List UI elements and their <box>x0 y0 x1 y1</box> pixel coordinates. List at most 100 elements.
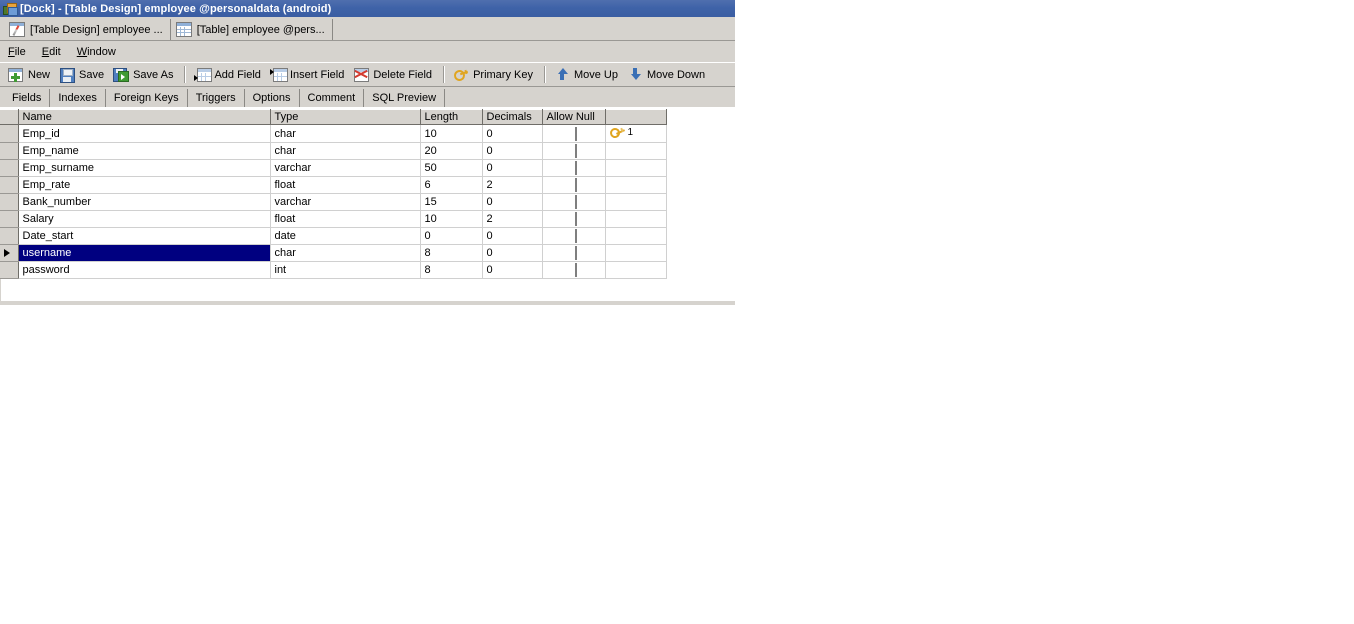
cell-primary-key[interactable] <box>605 261 667 279</box>
table-row[interactable]: Emp_rate float 6 2 <box>0 176 667 194</box>
add-field-button[interactable]: Add Field <box>191 64 266 85</box>
cell-primary-key[interactable] <box>605 159 667 177</box>
tab-options[interactable]: Options <box>244 89 300 107</box>
cell-allow-null[interactable] <box>542 159 606 177</box>
cell-field-name[interactable]: Emp_surname <box>18 159 271 177</box>
table-row[interactable]: Salary float 10 2 <box>0 210 667 228</box>
cell-allow-null[interactable] <box>542 261 606 279</box>
cell-field-decimals[interactable]: 0 <box>482 261 543 279</box>
tab-indexes[interactable]: Indexes <box>50 89 106 107</box>
column-header-type[interactable]: Type <box>270 109 421 125</box>
allow-null-checkbox[interactable] <box>574 229 577 243</box>
cell-field-length[interactable]: 15 <box>420 193 483 211</box>
cell-field-length[interactable]: 6 <box>420 176 483 194</box>
menu-file[interactable]: File <box>8 46 26 58</box>
table-row[interactable]: Emp_surname varchar 50 0 <box>0 159 667 177</box>
allow-null-checkbox[interactable] <box>574 178 577 192</box>
insert-field-button[interactable]: Insert Field <box>267 64 350 85</box>
move-up-button[interactable]: Move Up <box>551 64 624 85</box>
cell-primary-key[interactable] <box>605 244 667 262</box>
cell-field-type[interactable]: char <box>270 244 421 262</box>
table-row[interactable]: Emp_name char 20 0 <box>0 142 667 160</box>
cell-field-type[interactable]: char <box>270 124 421 143</box>
cell-field-name[interactable]: Date_start <box>18 227 271 245</box>
cell-field-type[interactable]: float <box>270 176 421 194</box>
document-tab-table[interactable]: [Table] employee @pers... <box>170 19 333 40</box>
document-tab-table-design[interactable]: [Table Design] employee ... <box>4 19 171 40</box>
row-gutter[interactable] <box>0 193 19 211</box>
row-gutter[interactable] <box>0 124 19 143</box>
cell-primary-key[interactable]: 1 <box>605 124 667 143</box>
cell-primary-key[interactable] <box>605 227 667 245</box>
cell-field-decimals[interactable]: 0 <box>482 124 543 143</box>
tab-sql-preview[interactable]: SQL Preview <box>364 89 446 107</box>
cell-field-length[interactable]: 10 <box>420 124 483 143</box>
cell-allow-null[interactable] <box>542 193 606 211</box>
cell-field-length[interactable]: 8 <box>420 261 483 279</box>
row-gutter[interactable] <box>0 210 19 228</box>
cell-field-name[interactable]: password <box>18 261 271 279</box>
row-gutter[interactable] <box>0 142 19 160</box>
column-header-name[interactable]: Name <box>18 109 271 125</box>
column-header-length[interactable]: Length <box>420 109 483 125</box>
row-gutter[interactable] <box>0 176 19 194</box>
cell-field-name[interactable]: Emp_id <box>18 124 271 143</box>
cell-allow-null[interactable] <box>542 210 606 228</box>
tab-comment[interactable]: Comment <box>299 89 365 107</box>
table-row[interactable]: Bank_number varchar 15 0 <box>0 193 667 211</box>
cell-field-length[interactable]: 50 <box>420 159 483 177</box>
cell-field-length[interactable]: 20 <box>420 142 483 160</box>
menu-edit[interactable]: Edit <box>42 46 61 58</box>
cell-field-type[interactable]: varchar <box>270 193 421 211</box>
menu-window[interactable]: Window <box>77 46 116 58</box>
cell-field-decimals[interactable]: 2 <box>482 210 543 228</box>
cell-field-type[interactable]: float <box>270 210 421 228</box>
cell-field-decimals[interactable]: 0 <box>482 159 543 177</box>
cell-primary-key[interactable] <box>605 210 667 228</box>
cell-allow-null[interactable] <box>542 244 606 262</box>
table-row[interactable]: Date_start date 0 0 <box>0 227 667 245</box>
allow-null-checkbox[interactable] <box>574 212 577 226</box>
cell-primary-key[interactable] <box>605 193 667 211</box>
cell-field-decimals[interactable]: 0 <box>482 227 543 245</box>
row-gutter[interactable] <box>0 227 19 245</box>
tab-foreign-keys[interactable]: Foreign Keys <box>105 89 188 107</box>
row-gutter[interactable] <box>0 261 19 279</box>
cell-allow-null[interactable] <box>542 176 606 194</box>
cell-field-name[interactable]: Salary <box>18 210 271 228</box>
table-row[interactable]: Emp_id char 10 0 1 <box>0 124 667 143</box>
table-row[interactable]: username char 8 0 <box>0 244 667 262</box>
save-button[interactable]: Save <box>56 64 110 85</box>
cell-field-decimals[interactable]: 0 <box>482 244 543 262</box>
allow-null-checkbox[interactable] <box>574 161 577 175</box>
tab-fields[interactable]: Fields <box>4 89 51 107</box>
cell-field-decimals[interactable]: 0 <box>482 142 543 160</box>
allow-null-checkbox[interactable] <box>574 263 577 277</box>
cell-field-length[interactable]: 10 <box>420 210 483 228</box>
cell-field-type[interactable]: date <box>270 227 421 245</box>
allow-null-checkbox[interactable] <box>574 126 577 141</box>
move-down-button[interactable]: Move Down <box>624 64 711 85</box>
cell-primary-key[interactable] <box>605 176 667 194</box>
cell-field-length[interactable]: 0 <box>420 227 483 245</box>
cell-allow-null[interactable] <box>542 227 606 245</box>
cell-primary-key[interactable] <box>605 142 667 160</box>
new-button[interactable]: New <box>5 64 56 85</box>
cell-field-name[interactable]: username <box>18 244 271 262</box>
cell-allow-null[interactable] <box>542 142 606 160</box>
allow-null-checkbox[interactable] <box>574 195 577 209</box>
column-header-decimals[interactable]: Decimals <box>482 109 543 125</box>
table-row[interactable]: password int 8 0 <box>0 261 667 279</box>
row-gutter[interactable] <box>0 244 19 262</box>
primary-key-button[interactable]: Primary Key <box>450 64 539 85</box>
delete-field-button[interactable]: Delete Field <box>350 64 438 85</box>
cell-field-type[interactable]: int <box>270 261 421 279</box>
tab-triggers[interactable]: Triggers <box>187 89 245 107</box>
column-header-key[interactable] <box>605 109 667 125</box>
cell-field-type[interactable]: char <box>270 142 421 160</box>
cell-field-decimals[interactable]: 0 <box>482 193 543 211</box>
column-header-allow-null[interactable]: Allow Null <box>542 109 606 125</box>
cell-field-name[interactable]: Emp_name <box>18 142 271 160</box>
cell-field-type[interactable]: varchar <box>270 159 421 177</box>
allow-null-checkbox[interactable] <box>574 144 577 158</box>
